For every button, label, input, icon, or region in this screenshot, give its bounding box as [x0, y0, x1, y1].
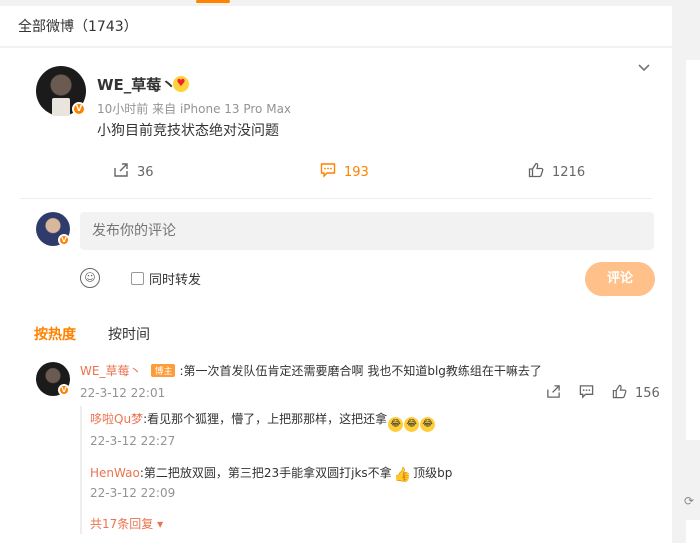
reply-username[interactable]: 哆啦Qu梦 [90, 412, 143, 426]
comment-like-button[interactable]: 156 [612, 384, 660, 403]
divider [20, 198, 652, 199]
author-tag: 博主 [151, 364, 176, 377]
comment-input[interactable] [80, 212, 654, 250]
like-button[interactable]: 1216 [528, 162, 585, 182]
comment-share-icon[interactable] [546, 384, 561, 403]
post-username[interactable]: WE_草莓丶 [97, 74, 176, 95]
repost-checkbox[interactable] [131, 272, 144, 285]
comment-reply-icon[interactable] [579, 384, 594, 403]
refresh-icon[interactable]: ⟳ [684, 494, 700, 510]
laughing-crying-emoji-icon: 😂 [420, 417, 436, 432]
reply-time: 22-3-12 22:27 [90, 434, 176, 448]
repost-button[interactable]: 36 [113, 162, 154, 182]
reply-item: 哆啦Qu梦:看见那个狐狸，懵了，上把那那样，这把还拿 😂 😂 😂 [90, 410, 436, 432]
member-emoji-icon: ♥ [173, 76, 189, 92]
verified-badge-icon: V [72, 102, 86, 116]
post-time[interactable]: 10小时前 [97, 102, 148, 116]
source-prefix: 来自 [152, 102, 177, 116]
reply-item: HenWao:第二把放双圆，第三把23手能拿双圆打jks不拿 👍 顶级bp [90, 464, 452, 483]
comment-text: :第一次首发队伍肯定还需要磨合啊 我也不知道blg教练组在干嘛去了 [179, 364, 542, 378]
reply-text-suffix: 顶级bp [413, 466, 453, 480]
section-title: 全部微博（1743） [18, 19, 138, 35]
more-replies-label: 共17条回复 [90, 517, 154, 531]
post-source: iPhone 13 Pro Max [179, 102, 292, 116]
active-tab-indicator [196, 0, 230, 3]
submit-comment-button[interactable]: 评论 [585, 262, 655, 296]
tab-sort-hot[interactable]: 按热度 [34, 324, 76, 344]
verified-badge-icon: V [58, 234, 70, 246]
section-header: 全部微博（1743） [0, 6, 672, 46]
chevron-down-icon[interactable] [637, 60, 653, 76]
laughing-crying-emoji-icon: 😂 [388, 417, 404, 432]
like-count: 1216 [552, 164, 586, 180]
right-side-panel [686, 60, 700, 440]
share-icon [113, 162, 129, 182]
right-side-panel-bottom [686, 520, 700, 543]
reply-thread-bar [80, 406, 82, 534]
repost-label: 同时转发 [149, 273, 202, 288]
comment-username[interactable]: WE_草莓丶 [80, 364, 141, 378]
reply-text: :看见那个狐狸，懵了，上把那那样，这把还拿 [143, 412, 388, 426]
comment-count: 193 [344, 164, 369, 180]
repost-count: 36 [137, 164, 154, 180]
emoji-icon[interactable]: ☺ [80, 268, 100, 288]
reply-username[interactable]: HenWao [90, 466, 140, 480]
laughing-crying-emoji-icon: 😂 [404, 417, 420, 432]
thumbs-up-icon [612, 384, 627, 403]
caret-down-icon: ▾ [153, 517, 164, 531]
comment-like-count: 156 [635, 386, 660, 401]
thumbs-up-emoji-icon: 👍 [393, 467, 412, 483]
comment-button[interactable]: 193 [320, 162, 369, 182]
post-meta: 10小时前 来自 iPhone 13 Pro Max [97, 100, 291, 117]
post-card: V WE_草莓丶 ♥ 10小时前 来自 iPhone 13 Pro Max 小狗… [0, 48, 672, 543]
reply-time: 22-3-12 22:09 [90, 486, 176, 500]
more-replies-link[interactable]: 共17条回复 ▾ [90, 515, 163, 532]
tab-sort-time[interactable]: 按时间 [108, 324, 150, 344]
comment-time: 22-3-12 22:01 [80, 386, 166, 400]
comment-icon [320, 162, 336, 182]
comment-item: WE_草莓丶 博主:第一次首发队伍肯定还需要磨合啊 我也不知道blg教练组在干嘛去… [80, 362, 542, 379]
post-text: 小狗目前竞技状态绝对没问题 [97, 123, 279, 139]
verified-badge-icon: V [58, 384, 70, 396]
thumbs-up-icon [528, 162, 544, 182]
reply-text: :第二把放双圆，第三把23手能拿双圆打jks不拿 [139, 466, 392, 480]
